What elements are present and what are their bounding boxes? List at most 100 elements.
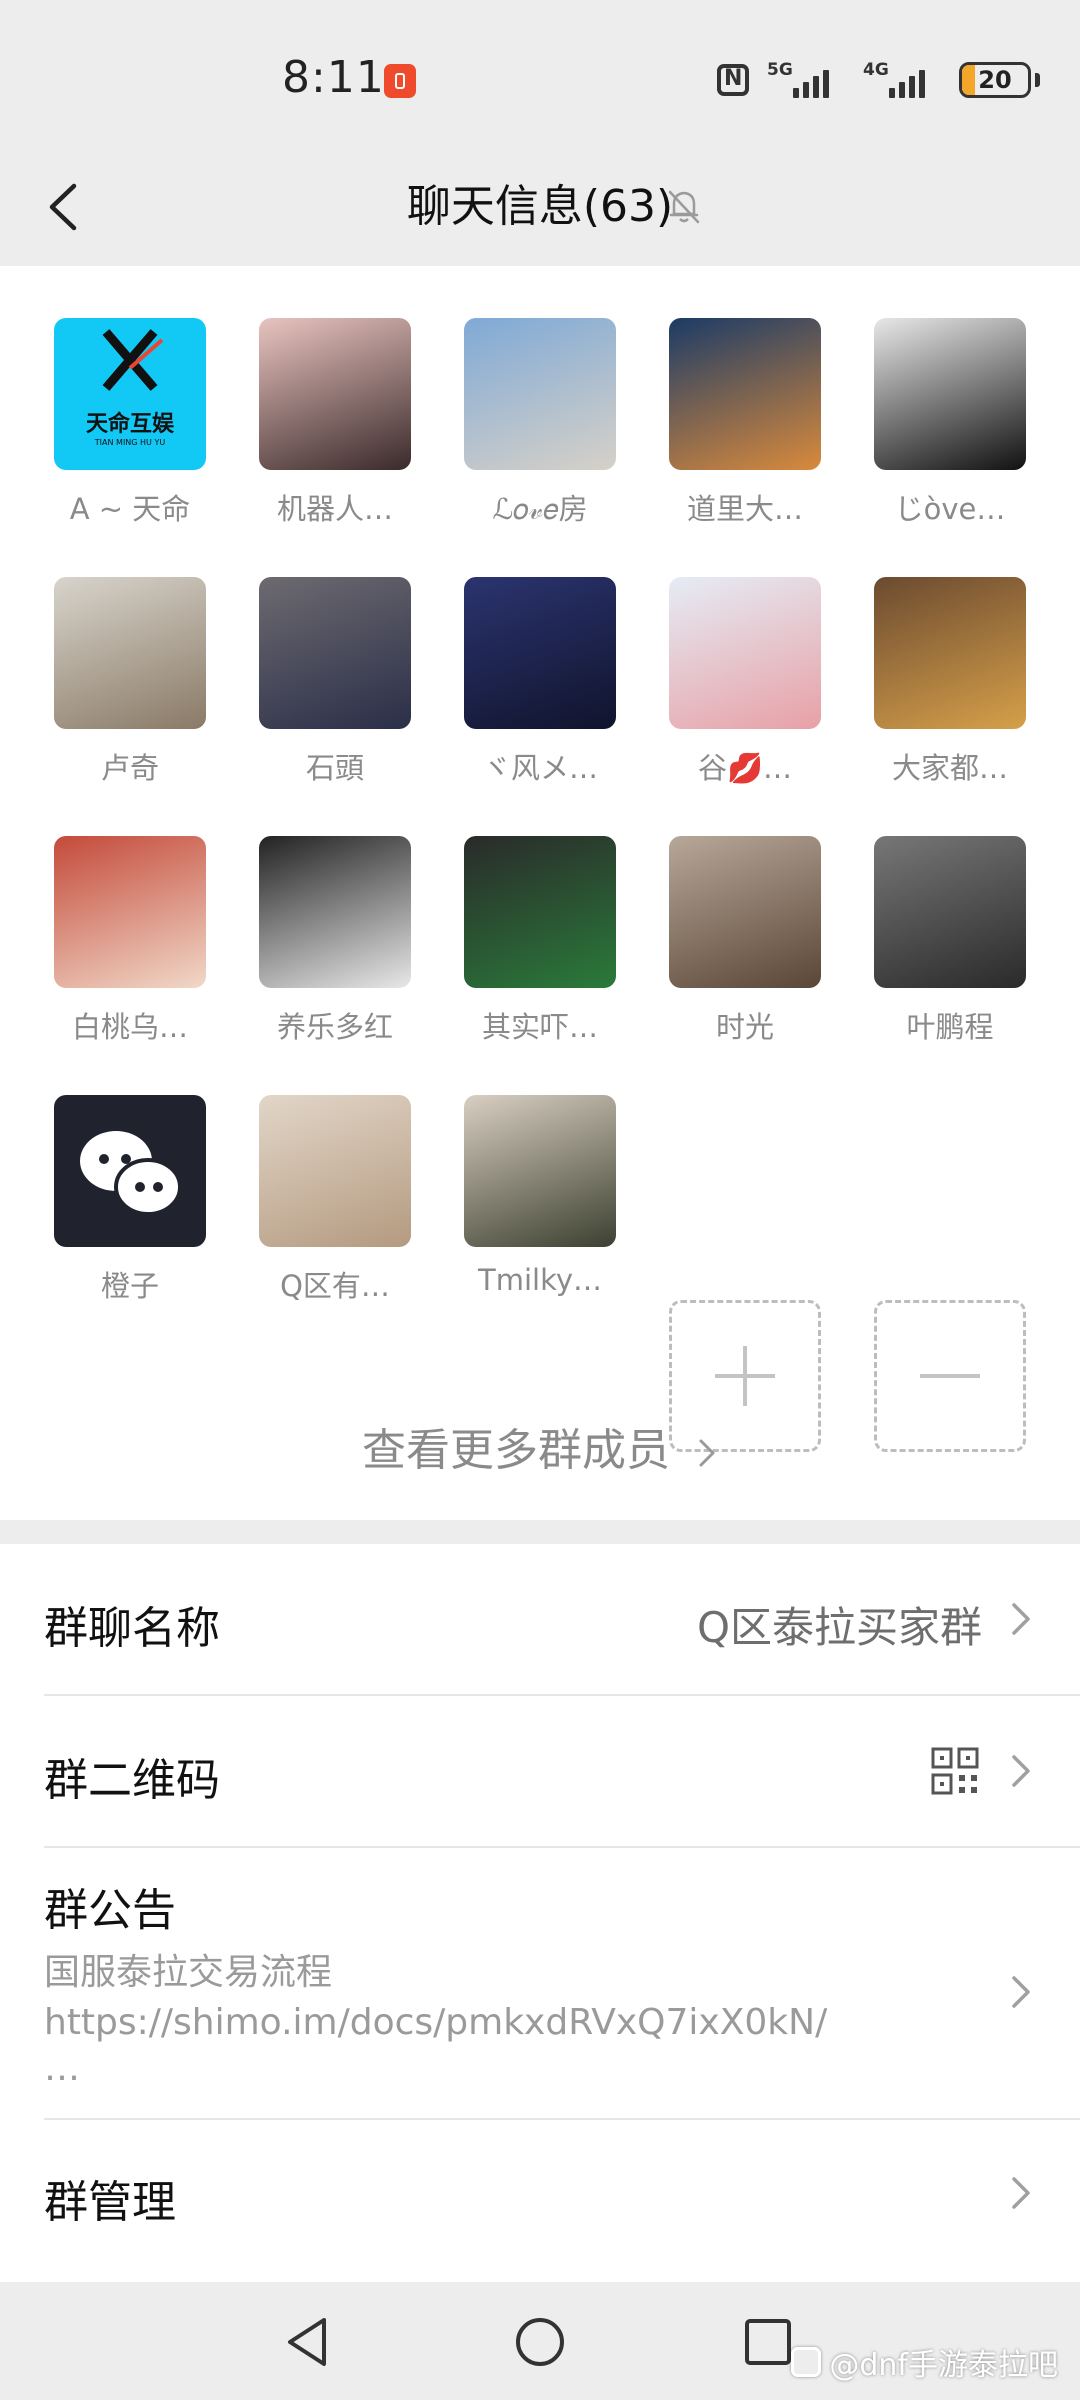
page-title: 聊天信息(63) — [406, 181, 674, 232]
member-avatar — [259, 1095, 411, 1247]
member-item[interactable]: 其实吓… — [460, 836, 620, 1056]
system-nav-bar: @dnf手游泰拉吧 — [0, 2282, 1080, 2400]
group-name-row[interactable]: 群聊名称 Q区泰拉买家群 — [0, 1544, 1080, 1694]
chevron-right-icon — [1012, 1603, 1030, 1635]
status-icons: 5G 4G 20 — [717, 60, 1040, 100]
watermark-text: @dnf手游泰拉吧 — [829, 2348, 1058, 2383]
member-name: A ~ 天命 — [69, 492, 191, 526]
watermark-icon — [791, 2347, 822, 2377]
member-name: 橙子 — [100, 1269, 159, 1303]
member-name: Q区有… — [280, 1269, 390, 1303]
member-name: Tmilky… — [477, 1263, 602, 1297]
group-notice-line: … — [44, 2048, 80, 2089]
member-avatar — [669, 836, 821, 988]
member-avatar — [874, 577, 1026, 729]
signal-type-label: 5G — [767, 60, 793, 80]
signal-type-label: 4G — [863, 60, 889, 80]
member-item[interactable]: 白桃乌… — [50, 836, 210, 1056]
square-recents-icon[interactable] — [738, 2312, 798, 2372]
qr-code-icon — [931, 1747, 979, 1795]
member-name: 道里大… — [686, 492, 803, 526]
member-item[interactable]: 机器人… — [255, 318, 415, 538]
logo-x-icon — [54, 318, 206, 402]
member-item[interactable]: 道里大… — [665, 318, 825, 538]
view-more-members-button[interactable]: 查看更多群成员 — [0, 1414, 1080, 1478]
member-avatar — [464, 836, 616, 988]
member-name: 白桃乌… — [71, 1010, 188, 1044]
member-name: 大家都… — [891, 751, 1008, 785]
member-name: 谷💋… — [697, 751, 793, 785]
member-avatar — [54, 1095, 206, 1247]
member-avatar — [874, 318, 1026, 470]
member-item[interactable]: 养乐多红 — [255, 836, 415, 1056]
triangle-back-icon[interactable] — [280, 2312, 340, 2372]
group-notice-row[interactable]: 群公告 国服泰拉交易流程 https://shimo.im/docs/pmkxd… — [0, 1848, 1080, 2118]
add-member-button[interactable] — [665, 1300, 825, 1520]
member-avatar — [259, 836, 411, 988]
member-item[interactable]: Tmilky… — [460, 1095, 620, 1315]
chat-bubble-icon — [54, 1095, 206, 1247]
member-avatar: 天命互娱 TIAN MING HU YU — [54, 318, 206, 470]
member-avatar — [464, 1095, 616, 1247]
member-avatar — [874, 836, 1026, 988]
battery-level: 20 — [978, 66, 1012, 94]
group-qr-code-label: 群二维码 — [44, 1755, 220, 1806]
chevron-right-icon — [1012, 1755, 1030, 1787]
member-avatar — [669, 318, 821, 470]
circle-home-icon[interactable] — [510, 2312, 570, 2372]
member-item[interactable]: Q区有… — [255, 1095, 415, 1315]
view-more-members-label: 查看更多群成员 — [362, 1425, 670, 1476]
signal-icon: 5G — [767, 60, 845, 100]
chevron-right-icon — [1012, 1976, 1030, 2008]
chevron-right-icon — [1012, 2177, 1030, 2209]
member-item[interactable]: 天命互娱 TIAN MING HU YU A ~ 天命 — [50, 318, 210, 538]
recording-icon — [384, 64, 416, 98]
remove-member-button[interactable] — [870, 1300, 1030, 1520]
member-name: 机器人… — [276, 492, 393, 526]
chevron-right-icon — [699, 1439, 715, 1467]
member-item[interactable]: ℒ𝑜𝓋𝑒房 — [460, 318, 620, 538]
member-avatar — [54, 577, 206, 729]
signal-icon: 4G — [863, 60, 941, 100]
header: 聊天信息(63) — [0, 150, 1080, 266]
member-name: 卢奇 — [100, 751, 159, 785]
member-avatar — [464, 577, 616, 729]
member-item[interactable]: 时光 — [665, 836, 825, 1056]
member-item[interactable]: 大家都… — [870, 577, 1030, 797]
status-time: 8:11 — [282, 52, 385, 103]
member-name: 石頭 — [305, 751, 364, 785]
group-manage-label: 群管理 — [44, 2177, 176, 2228]
nfc-icon — [717, 64, 749, 96]
member-item[interactable]: 石頭 — [255, 577, 415, 797]
group-notice-line: 国服泰拉交易流程 — [44, 1952, 333, 1993]
bell-off-icon — [668, 190, 700, 224]
group-qr-code-row[interactable]: 群二维码 — [0, 1696, 1080, 1846]
watermark: @dnf手游泰拉吧 — [791, 2340, 1058, 2384]
member-panel: 天命互娱 TIAN MING HU YU A ~ 天命 机器人… ℒ𝑜𝓋𝑒房 道里大… じò… — [0, 266, 1080, 1520]
group-notice-line: https://shimo.im/docs/pmkxdRVxQ7ixX0kN/ — [44, 2002, 828, 2043]
group-name-label: 群聊名称 — [44, 1603, 220, 1654]
member-avatar — [54, 836, 206, 988]
member-name: ℒ𝑜𝓋𝑒房 — [492, 492, 588, 526]
member-name: 叶鹏程 — [906, 1010, 994, 1044]
member-avatar — [669, 577, 821, 729]
member-avatar — [464, 318, 616, 470]
group-notice-label: 群公告 — [44, 1885, 176, 1936]
member-item[interactable]: ヾ风メ… — [460, 577, 620, 797]
member-name: 养乐多红 — [276, 1010, 393, 1044]
avatar-logo-subtext: TIAN MING HU YU — [94, 438, 166, 447]
member-item[interactable]: 橙子 — [50, 1095, 210, 1315]
member-item[interactable]: 叶鹏程 — [870, 836, 1030, 1056]
member-name: ヾ风メ… — [481, 751, 598, 785]
status-bar: 8:11 5G 4G 20 — [0, 0, 1080, 150]
group-name-value: Q区泰拉买家群 — [696, 1603, 982, 1652]
member-name: じòve… — [894, 492, 1006, 526]
battery-cap — [1035, 73, 1040, 87]
member-item[interactable]: 谷💋… — [665, 577, 825, 797]
avatar-logo-text: 天命互娱 — [85, 412, 174, 437]
member-avatar — [259, 577, 411, 729]
battery-icon: 20 — [959, 62, 1031, 98]
member-item[interactable]: じòve… — [870, 318, 1030, 538]
member-item[interactable]: 卢奇 — [50, 577, 210, 797]
group-manage-row[interactable]: 群管理 — [0, 2120, 1080, 2270]
